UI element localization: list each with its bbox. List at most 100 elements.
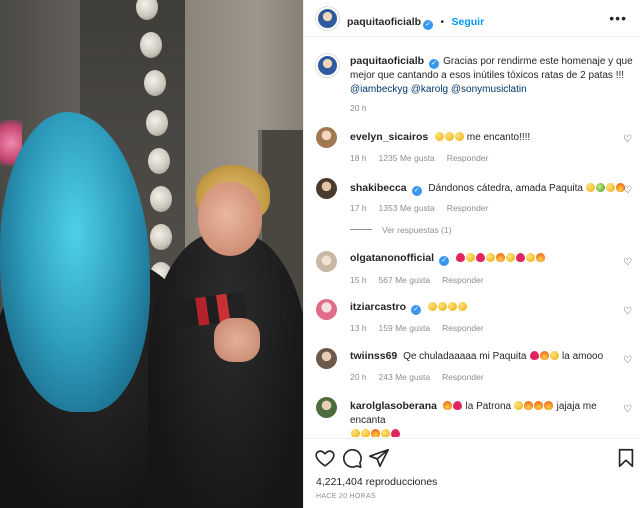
bookmark-icon[interactable] (615, 447, 637, 469)
commenter-avatar[interactable] (316, 397, 337, 418)
comment-body: me encanto!!!! (466, 132, 531, 143)
verified-badge-icon: ✓ (423, 20, 434, 30)
comment-likes[interactable]: 159 Me gusta (379, 323, 431, 333)
commenter-avatar[interactable] (316, 348, 337, 369)
author-username[interactable]: paquitaoficialb (347, 16, 421, 28)
heart-icon[interactable] (314, 447, 336, 469)
mention-link[interactable]: @karolg (411, 84, 448, 95)
emoji-icon (438, 302, 448, 311)
emoji-icon (390, 429, 400, 437)
comment-time[interactable]: 17 h (350, 203, 367, 213)
comment-text: evelyn_sicairos me encanto!!!! (350, 130, 530, 145)
view-replies-button[interactable]: Ver respuestas (1) (350, 225, 451, 235)
verified-badge-icon: ✓ (411, 305, 422, 315)
caption-username[interactable]: paquitaoficialb (350, 55, 424, 67)
small-heart-icon[interactable]: ♡ (623, 186, 633, 196)
comment-username[interactable]: shakibecca (350, 182, 407, 194)
reply-button[interactable]: Responder (442, 372, 484, 382)
comment-icon[interactable] (341, 447, 363, 469)
comment-time[interactable]: 18 h (350, 153, 367, 163)
emoji-icon (458, 302, 468, 311)
emoji-icon (606, 183, 616, 192)
emoji-icon (360, 429, 370, 437)
comment-likes[interactable]: 1235 Me gusta (379, 153, 435, 163)
post-actions: 4,221,404 reproducciones HACE 20 HORAS (304, 438, 640, 508)
emoji-icon (496, 253, 506, 262)
emoji-icon (514, 401, 524, 410)
emoji-icon (544, 401, 554, 410)
replies-divider (350, 229, 372, 230)
vanity-bulb (146, 110, 168, 136)
comments-list[interactable]: paquitaoficialb ✓ Gracias por rendirme est… (304, 37, 640, 437)
emoji-icon (524, 401, 534, 410)
reply-button[interactable]: Responder (442, 275, 484, 285)
comment-time[interactable]: 20 h (350, 372, 367, 382)
comment-meta: 17 h 1353 Me gusta Responder (350, 203, 500, 213)
emoji-icon (443, 401, 453, 410)
comment-text: shakibecca ✓ Dándonos cátedra, amada Paqu… (350, 181, 626, 196)
small-heart-icon[interactable]: ♡ (623, 405, 633, 415)
comment-time[interactable]: 15 h (350, 275, 367, 285)
emoji-icon (596, 183, 606, 192)
author-avatar[interactable] (316, 54, 339, 77)
comment-time[interactable]: 13 h (350, 323, 367, 333)
separator-dot: • (440, 17, 445, 28)
emoji-icon (428, 302, 438, 311)
small-heart-icon[interactable]: ♡ (623, 135, 633, 145)
author-avatar[interactable] (316, 7, 339, 30)
comment-body: la Patrona (465, 401, 512, 412)
vanity-bulb (140, 32, 162, 58)
small-heart-icon[interactable]: ♡ (623, 258, 633, 268)
emoji-icon (529, 351, 539, 360)
hands (214, 318, 260, 362)
caption-time[interactable]: 20 h (350, 103, 367, 113)
vanity-bulb (144, 70, 166, 96)
person-right-body (148, 232, 303, 508)
reply-button[interactable]: Responder (442, 323, 484, 333)
comment-username[interactable]: itziarcastro (350, 301, 406, 313)
person-right-face (198, 182, 262, 256)
post-timestamp[interactable]: HACE 20 HORAS (316, 493, 376, 500)
comment-meta: 18 h 1235 Me gusta Responder (350, 153, 500, 163)
more-options-icon[interactable]: ••• (609, 10, 627, 26)
view-count[interactable]: 4,221,404 reproducciones (316, 476, 437, 488)
commenter-avatar[interactable] (316, 299, 337, 320)
emoji-icon (448, 302, 458, 311)
emoji-icon (476, 253, 486, 262)
reply-button[interactable]: Responder (447, 153, 489, 163)
verified-badge-icon: ✓ (411, 186, 422, 196)
follow-button[interactable]: Seguir (452, 16, 485, 28)
emoji-icon (549, 351, 559, 360)
comment-text: twiinss69 Qe chuladaaaaa mi Paquita la a… (350, 349, 603, 364)
verified-badge-icon: ✓ (429, 59, 440, 69)
mention-link[interactable]: @sonymusiclatin (451, 84, 527, 95)
mention-link[interactable]: @iambeckyg (350, 84, 408, 95)
reply-button[interactable]: Responder (447, 203, 489, 213)
comment-likes[interactable]: 567 Me gusta (379, 275, 431, 285)
comment-username[interactable]: karolglasoberana (350, 400, 437, 412)
comment-username[interactable]: evelyn_sicairos (350, 131, 428, 143)
emoji-icon (506, 253, 516, 262)
emoji-icon (380, 429, 390, 437)
emoji-icon (370, 429, 380, 437)
emoji-icon (434, 132, 444, 141)
emoji-icon (444, 132, 454, 141)
view-replies-label[interactable]: Ver respuestas (1) (382, 225, 451, 235)
small-heart-icon[interactable]: ♡ (623, 307, 633, 317)
emoji-icon (466, 253, 476, 262)
emoji-icon (539, 351, 549, 360)
commenter-avatar[interactable] (316, 178, 337, 199)
commenter-avatar[interactable] (316, 251, 337, 272)
comment-meta: 15 h 567 Me gusta Responder (350, 275, 496, 285)
share-icon[interactable] (368, 447, 390, 469)
post-video[interactable] (0, 0, 303, 508)
commenter-avatar[interactable] (316, 127, 337, 148)
comment-likes[interactable]: 243 Me gusta (379, 372, 431, 382)
comment-username[interactable]: olgatanonofficial (350, 252, 434, 264)
emoji-icon (454, 132, 464, 141)
vanity-bulb (148, 148, 170, 174)
comment-username[interactable]: twiinss69 (350, 350, 397, 362)
comment-likes[interactable]: 1353 Me gusta (379, 203, 435, 213)
small-heart-icon[interactable]: ♡ (623, 356, 633, 366)
emoji-icon (456, 253, 466, 262)
